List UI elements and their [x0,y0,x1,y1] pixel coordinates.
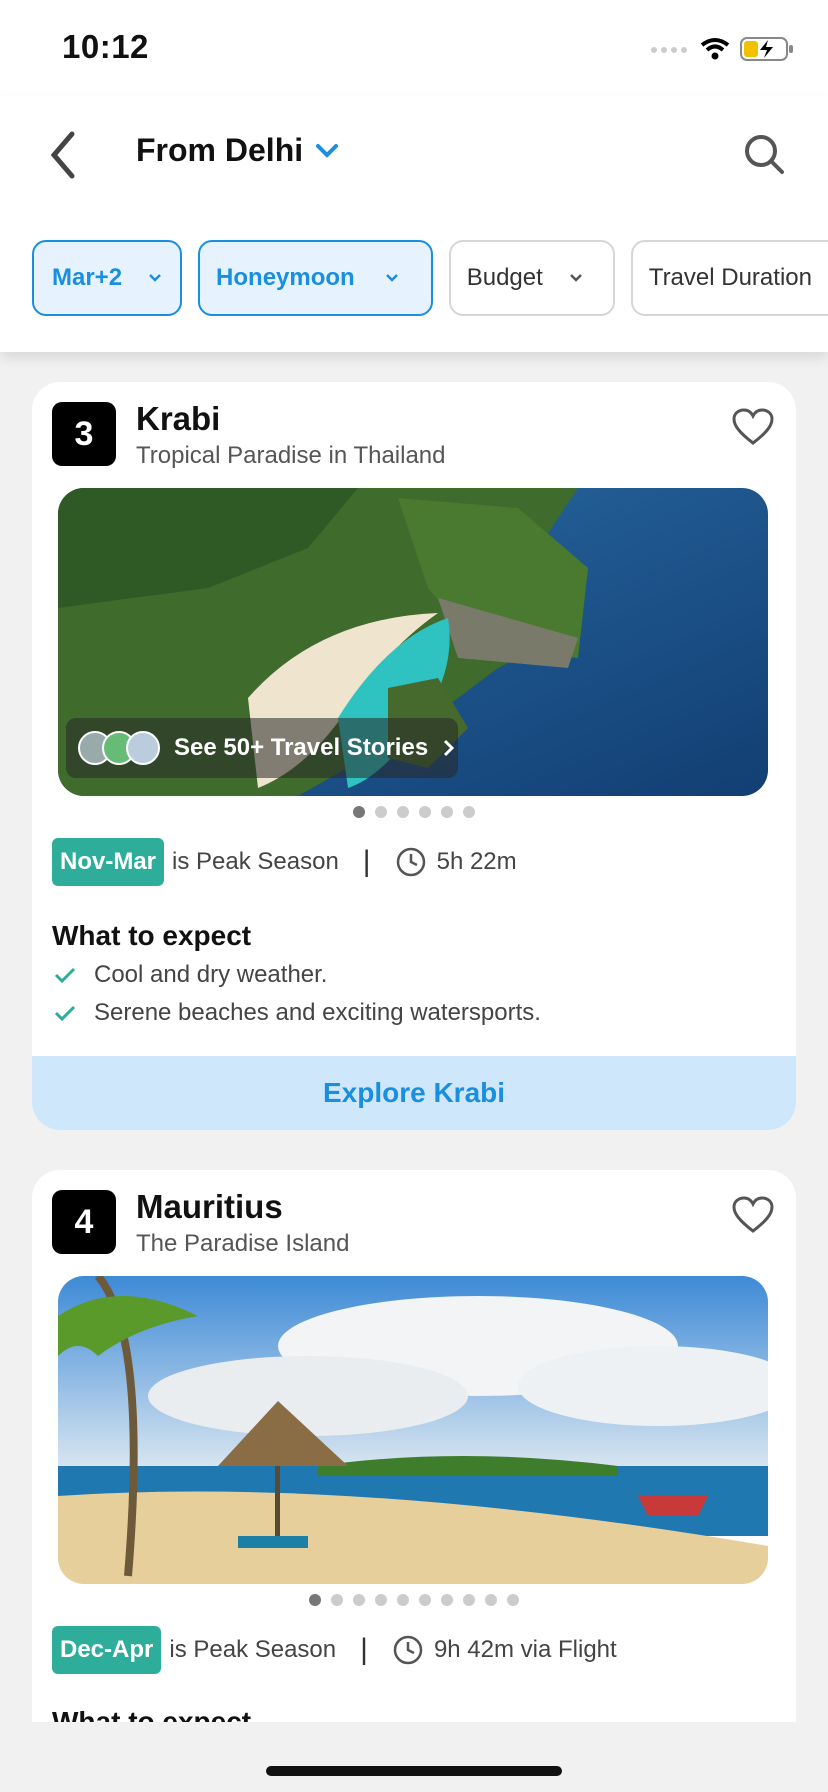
image-pagination [32,1594,796,1606]
rank-badge: 3 [52,402,116,466]
expect-title: What to expect [52,1706,252,1722]
filter-chips: Mar+2 Honeymoon Budget Travel Duration [32,240,828,316]
clock-icon [396,847,425,877]
back-icon[interactable] [44,128,84,182]
explore-button[interactable]: Explore Krabi [32,1056,796,1130]
expect-list: Cool and dry weather. Serene beaches and… [54,956,541,1032]
wifi-icon [700,38,730,60]
destination-tagline: Tropical Paradise in Thailand [136,442,446,469]
status-time: 10:12 [62,28,149,65]
travel-stories-button[interactable]: See 50+ Travel Stories [66,718,458,778]
pagination-dot [397,1594,409,1606]
filter-chip-theme[interactable]: Honeymoon [198,240,433,316]
heart-icon[interactable] [732,1196,774,1234]
destination-photo[interactable] [58,1276,768,1584]
flight-duration: 5h 22m [436,848,517,875]
pagination-dot [441,1594,453,1606]
chevron-down-icon [569,274,582,282]
destination-name: Krabi [136,400,221,437]
expect-item: Serene beaches and exciting watersports. [94,999,541,1026]
filter-chip-label: Honeymoon [216,264,355,291]
destination-photo[interactable]: See 50+ Travel Stories [58,488,768,796]
season-badge: Dec-Apr [52,1626,162,1674]
battery-icon [740,37,793,61]
pagination-dot [353,1594,365,1606]
trip-meta: Nov-Mar is Peak Season | 5h 22m [52,838,517,886]
signal-icon [651,47,687,53]
page-title: From Delhi [136,132,304,168]
expect-title: What to expect [52,920,252,951]
destination-tagline: The Paradise Island [136,1230,350,1257]
stories-label: See 50+ Travel Stories [174,734,429,761]
status-bar: 10:12 [0,0,828,96]
chevron-down-icon [316,143,339,158]
pagination-dot [507,1594,519,1606]
heart-icon[interactable] [732,408,774,446]
meta-separator: | [362,845,371,878]
list-item: Cool and dry weather. [54,956,541,994]
pagination-dot [485,1594,497,1606]
pagination-dot [419,806,431,818]
pagination-dot [375,806,387,818]
filter-chip-label: Mar+2 [52,264,123,291]
home-indicator [266,1766,562,1776]
filter-chip-duration[interactable]: Travel Duration [630,240,828,316]
flight-duration: 9h 42m via Flight [433,1636,617,1663]
pagination-dot [419,1594,431,1606]
chevron-down-icon [149,274,161,282]
chevron-right-icon [444,739,455,757]
destination-card[interactable]: 3 Krabi Tropical Paradise in Thailand Se… [32,382,796,1130]
story-avatars [78,731,160,765]
clock-icon [393,1635,423,1665]
pagination-dot [463,1594,475,1606]
pagination-dot [353,806,365,818]
rank-badge: 4 [52,1190,116,1254]
pagination-dot [331,1594,343,1606]
filter-chip-budget[interactable]: Budget [448,240,615,316]
check-icon [54,967,76,984]
avatar [126,731,160,765]
season-suffix: is Peak Season [169,1636,337,1663]
pagination-dot [309,1594,321,1606]
pagination-dot [463,806,475,818]
destination-name: Mauritius [136,1188,283,1225]
status-icons [650,36,794,62]
season-suffix: is Peak Season [172,848,339,875]
check-icon [54,1005,76,1022]
pagination-dot [441,806,453,818]
header: From Delhi Mar+2 Honeymoon Budget Travel… [0,96,828,352]
search-icon[interactable] [742,132,786,176]
image-pagination [32,806,796,818]
list-item: Serene beaches and exciting watersports. [54,994,541,1032]
filter-chip-label: Travel Duration [648,264,812,291]
origin-selector[interactable]: From Delhi [136,132,339,169]
bottom-bar [0,1722,828,1792]
chevron-down-icon [385,274,398,282]
trip-meta: Dec-Apr is Peak Season | 9h 42m via Flig… [52,1626,617,1674]
expect-item: Cool and dry weather. [94,961,328,988]
mauritius-photo [58,1276,768,1584]
destination-card[interactable]: 4 Mauritius The Paradise Island Dec-Apr … [32,1170,796,1722]
pagination-dot [375,1594,387,1606]
pagination-dot [397,806,409,818]
filter-chip-label: Budget [466,264,543,291]
filter-chip-month[interactable]: Mar+2 [32,240,183,316]
season-badge: Nov-Mar [52,838,165,886]
meta-separator: | [360,1633,368,1666]
